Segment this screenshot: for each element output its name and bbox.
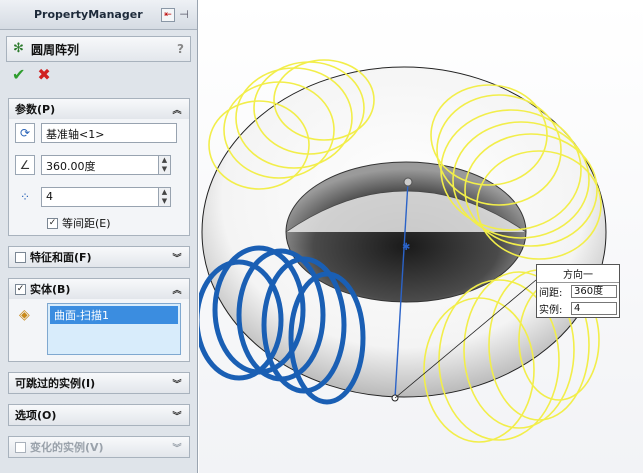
parameters-group: 参数(P) ︽ ⟳ 基准轴<1> ∠ 360.00度 ▲ ▼ ⁘ 4 ▲ ▼ ✓ 等… bbox=[8, 98, 190, 236]
options-group: 选项(O) ︾ bbox=[8, 404, 190, 426]
skippable-instances-label: 可跳过的实例(I) bbox=[15, 377, 96, 390]
bodies-label: 实体(B) bbox=[30, 283, 71, 296]
collapse-chevron-icon[interactable]: ︽ bbox=[171, 283, 183, 296]
rotate-axis-icon[interactable]: ⟳ bbox=[15, 123, 35, 143]
features-faces-group: 特征和面(F) ︾ bbox=[8, 246, 190, 268]
callout-instances-row: 实例: 4 bbox=[537, 300, 619, 317]
ok-check-icon[interactable]: ✔ bbox=[12, 65, 25, 84]
display-toggle-icon[interactable]: ⇤ bbox=[161, 7, 175, 22]
help-icon[interactable]: ? bbox=[177, 42, 184, 56]
expand-chevron-icon[interactable]: ︾ bbox=[171, 441, 183, 454]
callout-spacing-row: 间距: 360度 bbox=[537, 283, 619, 300]
skippable-instances-header[interactable]: 可跳过的实例(I) ︾ bbox=[9, 373, 189, 393]
varying-instances-label: 变化的实例(V) bbox=[30, 441, 104, 454]
angle-spinner[interactable]: ▲ ▼ bbox=[159, 155, 171, 175]
direction-callout[interactable]: 方向一 间距: 360度 实例: 4 bbox=[536, 264, 620, 318]
parameters-label: 参数(P) bbox=[15, 103, 56, 116]
callout-spacing-value[interactable]: 360度 bbox=[571, 285, 617, 298]
features-faces-header[interactable]: 特征和面(F) ︾ bbox=[9, 247, 189, 267]
property-manager-title: PropertyManager bbox=[34, 8, 143, 21]
svg-text:✱: ✱ bbox=[402, 242, 410, 253]
bodies-checkbox[interactable]: ✓ bbox=[15, 283, 26, 295]
bodies-icon: ◈ bbox=[19, 307, 30, 323]
circular-pattern-icon: ✻ bbox=[13, 41, 24, 56]
bodies-list-item[interactable]: 曲面-扫描1 bbox=[50, 306, 178, 324]
bodies-group: ✓ 实体(B) ︽ ◈ 曲面-扫描1 bbox=[8, 278, 190, 362]
equal-spacing-row: ✓ 等间距(E) bbox=[47, 215, 111, 231]
angle-row: ∠ 360.00度 ▲ ▼ bbox=[15, 155, 171, 175]
expand-chevron-icon[interactable]: ︾ bbox=[171, 409, 183, 422]
callout-spacing-label: 间距: bbox=[539, 288, 563, 299]
property-manager-header: PropertyManager ⇤ ⊣ bbox=[0, 0, 197, 30]
axis-row: ⟳ 基准轴<1> bbox=[15, 123, 177, 143]
graphics-viewport[interactable]: ✱ bbox=[199, 0, 643, 473]
property-manager-panel: PropertyManager ⇤ ⊣ ✻ 圆周阵列 ? ✔ ✖ 参数(P) ︽… bbox=[0, 0, 198, 473]
callout-title: 方向一 bbox=[537, 265, 619, 283]
collapse-chevron-icon[interactable]: ︽ bbox=[171, 103, 183, 116]
bodies-selection-list[interactable]: 曲面-扫描1 bbox=[47, 303, 181, 355]
count-spinner[interactable]: ▲ ▼ bbox=[159, 187, 171, 207]
count-input[interactable]: 4 bbox=[41, 187, 159, 207]
instances-icon: ⁘ bbox=[19, 190, 31, 204]
features-faces-checkbox[interactable] bbox=[15, 251, 26, 263]
confirm-row: ✔ ✖ bbox=[0, 62, 197, 86]
expand-chevron-icon[interactable]: ︾ bbox=[171, 251, 183, 264]
model-view[interactable]: ✱ bbox=[199, 0, 643, 473]
features-faces-label: 特征和面(F) bbox=[30, 251, 92, 264]
options-label: 选项(O) bbox=[15, 409, 57, 422]
callout-instances-value[interactable]: 4 bbox=[571, 302, 617, 315]
equal-spacing-label: 等间距(E) bbox=[62, 217, 111, 230]
pin-icon[interactable]: ⊣ bbox=[177, 8, 191, 22]
varying-instances-header[interactable]: 变化的实例(V) ︾ bbox=[9, 437, 189, 457]
feature-title-bar: ✻ 圆周阵列 ? bbox=[6, 36, 191, 62]
angle-input[interactable]: 360.00度 bbox=[41, 155, 159, 175]
cancel-x-icon[interactable]: ✖ bbox=[37, 65, 50, 84]
equal-spacing-checkbox[interactable]: ✓ bbox=[47, 217, 58, 229]
skippable-instances-group: 可跳过的实例(I) ︾ bbox=[8, 372, 190, 394]
bodies-header[interactable]: ✓ 实体(B) ︽ bbox=[9, 279, 189, 299]
feature-title: 圆周阵列 bbox=[31, 42, 80, 57]
torus-body[interactable] bbox=[201, 66, 607, 398]
varying-instances-group: 变化的实例(V) ︾ bbox=[8, 436, 190, 458]
options-header[interactable]: 选项(O) ︾ bbox=[9, 405, 189, 425]
callout-instances-label: 实例: bbox=[539, 305, 563, 316]
parameters-header[interactable]: 参数(P) ︽ bbox=[9, 99, 189, 119]
angle-icon: ∠ bbox=[15, 155, 35, 175]
axis-field[interactable]: 基准轴<1> bbox=[41, 123, 177, 143]
count-row: ⁘ 4 ▲ ▼ bbox=[15, 187, 171, 207]
varying-instances-checkbox[interactable] bbox=[15, 441, 26, 453]
expand-chevron-icon[interactable]: ︾ bbox=[171, 377, 183, 390]
